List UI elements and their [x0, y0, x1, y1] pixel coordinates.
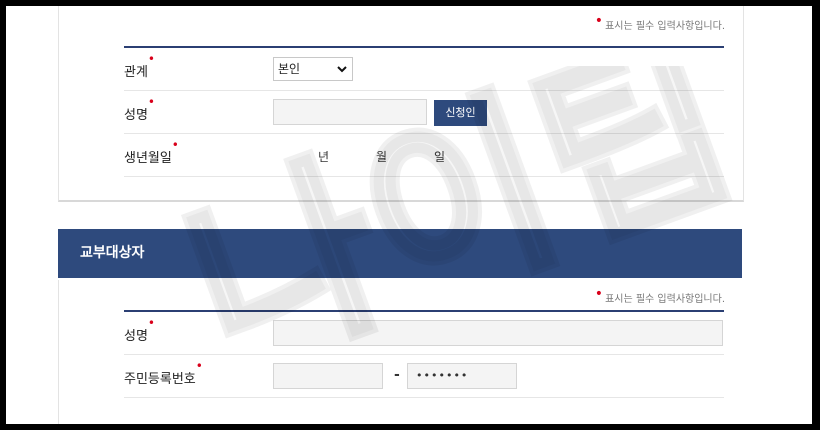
verify-applicant-button[interactable]: 신청인 [434, 100, 487, 126]
recipient-form: 성명 • 주민등록번호 • - ••••••• [124, 310, 724, 398]
chevron-down-icon [337, 58, 347, 89]
birthdate-label: 생년월일 • [124, 138, 179, 166]
year-suffix: 년 [318, 150, 330, 164]
recipient-name-row: 성명 • [124, 312, 724, 355]
recipient-panel: • 표시는 필수 입력사항입니다. 성명 • 주민등록번호 • - ••••••• [58, 280, 743, 424]
applicant-panel: • 표시는 필수 입력사항입니다. 관계 • 본인 성명 • 신청인 생년월일 • 년 [58, 6, 744, 202]
recipient-name-input[interactable] [273, 320, 723, 346]
name-label: 성명 • [124, 95, 155, 123]
applicant-form: 관계 • 본인 성명 • 신청인 생년월일 • 년 월 일 [124, 46, 724, 177]
required-note-text: 표시는 필수 입력사항입니다. [605, 294, 725, 305]
rrn-row: 주민등록번호 • - ••••••• [124, 355, 724, 398]
recipient-section-title: 교부대상자 [58, 229, 742, 278]
required-note-text: 표시는 필수 입력사항입니다. [605, 21, 725, 32]
required-dot: • [594, 13, 604, 29]
day-suffix: 일 [434, 150, 446, 164]
required-dot: • [594, 286, 604, 302]
page-frame: • 표시는 필수 입력사항입니다. 관계 • 본인 성명 • 신청인 생년월일 • 년 [6, 6, 812, 424]
relation-select-value: 본인 [278, 62, 301, 76]
recipient-name-label: 성명 • [124, 316, 155, 344]
month-suffix: 월 [376, 150, 388, 164]
rrn-label: 주민등록번호 • [124, 359, 203, 387]
rrn-back-input[interactable]: ••••••• [407, 363, 517, 389]
required-note: • 표시는 필수 입력사항입니다. [595, 13, 725, 33]
relation-label: 관계 • [124, 52, 155, 80]
relation-select[interactable]: 본인 [273, 57, 353, 81]
rrn-separator: - [394, 367, 400, 383]
relation-row: 관계 • 본인 [124, 48, 724, 91]
name-input[interactable] [273, 99, 427, 125]
required-note: • 표시는 필수 입력사항입니다. [595, 286, 725, 306]
birthdate-row: 생년월일 • 년 월 일 [124, 134, 724, 177]
rrn-front-input[interactable] [273, 363, 383, 389]
name-row: 성명 • 신청인 [124, 91, 724, 134]
